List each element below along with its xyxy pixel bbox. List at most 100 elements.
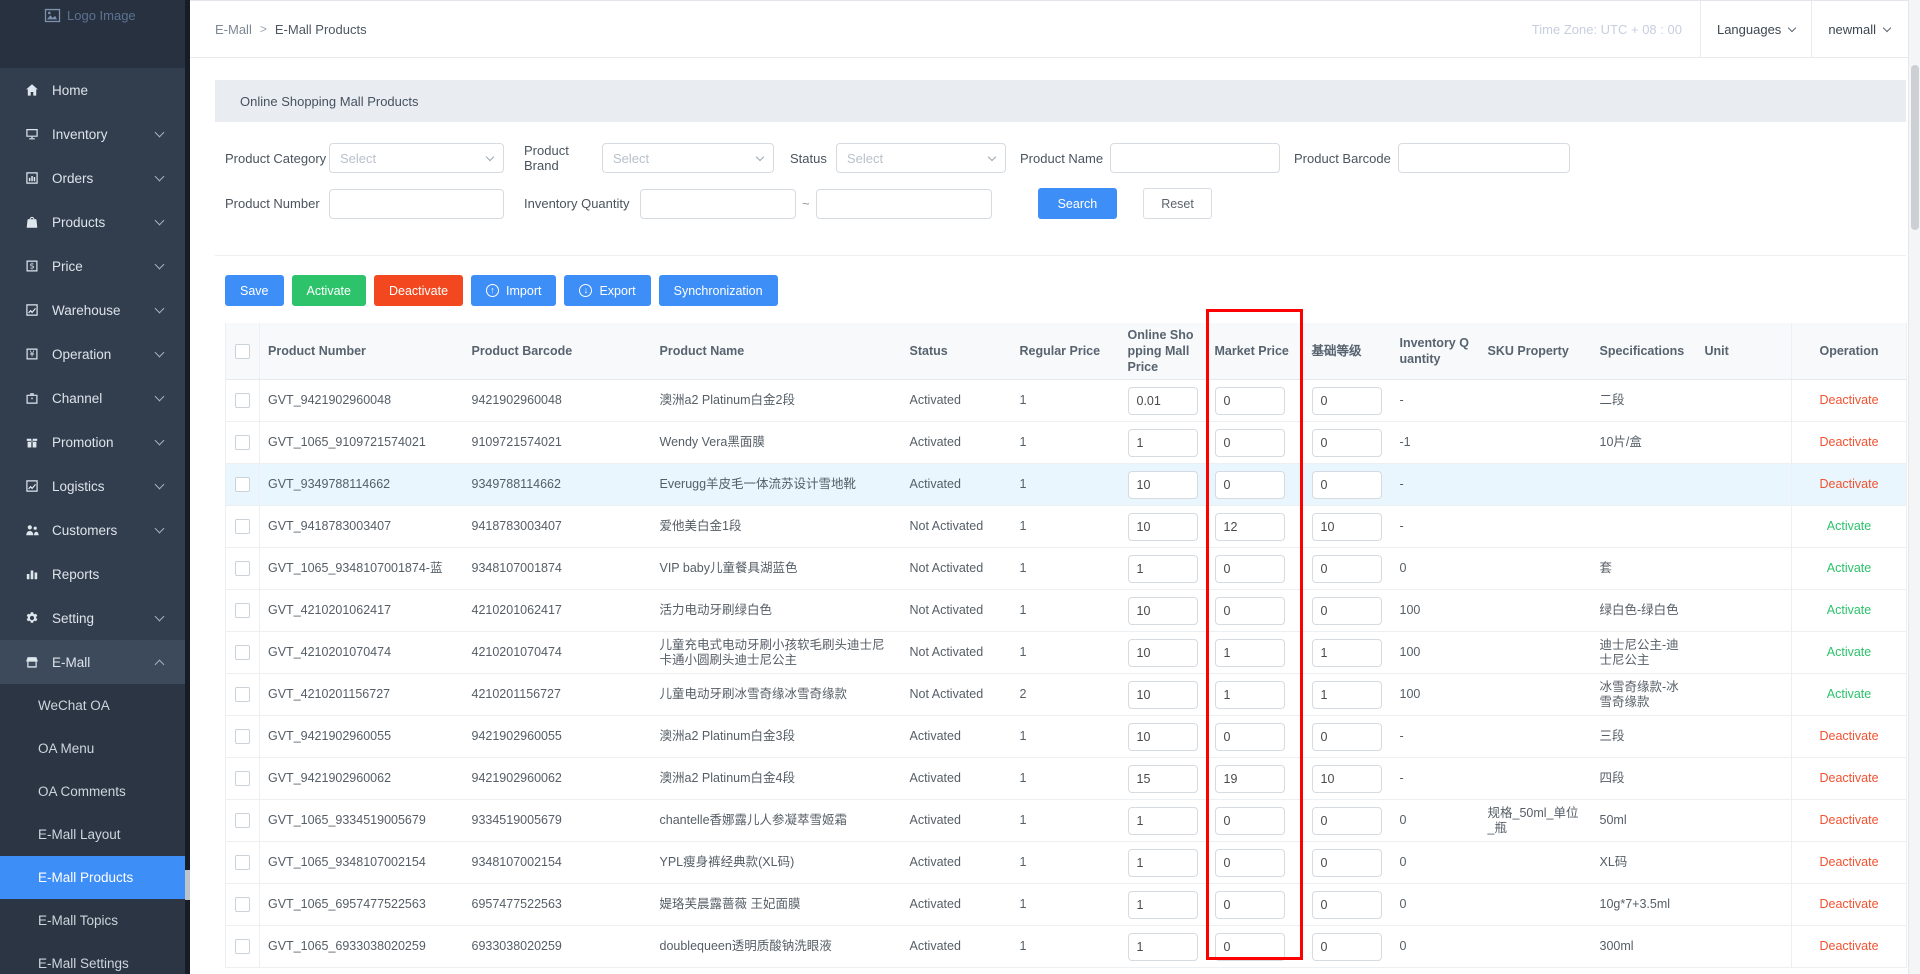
operation-link[interactable]: Deactivate [1819, 813, 1878, 827]
operation-link[interactable]: Deactivate [1819, 729, 1878, 743]
sidebar-subitem-e-mall-layout[interactable]: E-Mall Layout [0, 813, 190, 856]
market-price-input[interactable] [1215, 597, 1285, 625]
base-level-input[interactable] [1312, 597, 1382, 625]
row-checkbox[interactable] [235, 393, 250, 408]
sidebar-subitem-oa-menu[interactable]: OA Menu [0, 727, 190, 770]
market-price-input[interactable] [1215, 723, 1285, 751]
base-level-input[interactable] [1312, 555, 1382, 583]
row-checkbox[interactable] [235, 687, 250, 702]
online-shopping-mall-price-input[interactable] [1128, 597, 1198, 625]
market-price-input[interactable] [1215, 807, 1285, 835]
activate-button[interactable]: Activate [292, 275, 366, 306]
row-checkbox[interactable] [235, 897, 250, 912]
inventory-quantity-max-input[interactable] [816, 189, 992, 219]
operation-link[interactable]: Deactivate [1819, 393, 1878, 407]
languages-menu[interactable]: Languages [1701, 1, 1811, 57]
product-number-input[interactable] [329, 189, 504, 219]
market-price-input[interactable] [1215, 639, 1285, 667]
row-checkbox[interactable] [235, 645, 250, 660]
search-button[interactable]: Search [1038, 188, 1118, 219]
base-level-input[interactable] [1312, 513, 1382, 541]
operation-link[interactable]: Activate [1827, 519, 1871, 533]
sidebar-item-promotion[interactable]: Promotion [0, 420, 190, 464]
sidebar-subitem-e-mall-settings[interactable]: E-Mall Settings [0, 942, 190, 974]
market-price-input[interactable] [1215, 681, 1285, 709]
base-level-input[interactable] [1312, 723, 1382, 751]
sidebar-item-operation[interactable]: ¥Operation [0, 332, 190, 376]
sidebar-subitem-e-mall-topics[interactable]: E-Mall Topics [0, 899, 190, 942]
market-price-input[interactable] [1215, 429, 1285, 457]
market-price-input[interactable] [1215, 555, 1285, 583]
online-shopping-mall-price-input[interactable] [1128, 429, 1198, 457]
online-shopping-mall-price-input[interactable] [1128, 681, 1198, 709]
logo[interactable]: Logo Image [0, 0, 190, 68]
page-scrollbar-thumb[interactable] [1911, 65, 1919, 230]
sidebar-item-orders[interactable]: Orders [0, 156, 190, 200]
sidebar-subitem-oa-comments[interactable]: OA Comments [0, 770, 190, 813]
online-shopping-mall-price-input[interactable] [1128, 849, 1198, 877]
market-price-input[interactable] [1215, 849, 1285, 877]
product-name-input[interactable] [1110, 143, 1280, 173]
row-checkbox[interactable] [235, 519, 250, 534]
sidebar-item-reports[interactable]: Reports [0, 552, 190, 596]
operation-link[interactable]: Activate [1827, 687, 1871, 701]
online-shopping-mall-price-input[interactable] [1128, 513, 1198, 541]
sidebar-item-warehouse[interactable]: Warehouse [0, 288, 190, 332]
market-price-input[interactable] [1215, 891, 1285, 919]
market-price-input[interactable] [1215, 933, 1285, 961]
sidebar-item-e-mall[interactable]: E-Mall [0, 640, 190, 684]
online-shopping-mall-price-input[interactable] [1128, 933, 1198, 961]
market-price-input[interactable] [1215, 471, 1285, 499]
product-brand-select[interactable]: Select [602, 143, 774, 173]
online-shopping-mall-price-input[interactable] [1128, 387, 1198, 415]
operation-link[interactable]: Deactivate [1819, 435, 1878, 449]
select-all-checkbox[interactable] [235, 344, 250, 359]
sidebar-subitem-wechat-oa[interactable]: WeChat OA [0, 684, 190, 727]
breadcrumb-root[interactable]: E-Mall [215, 22, 252, 37]
online-shopping-mall-price-input[interactable] [1128, 555, 1198, 583]
online-shopping-mall-price-input[interactable] [1128, 639, 1198, 667]
status-select[interactable]: Select [836, 143, 1006, 173]
row-checkbox[interactable] [235, 939, 250, 954]
online-shopping-mall-price-input[interactable] [1128, 765, 1198, 793]
online-shopping-mall-price-input[interactable] [1128, 807, 1198, 835]
synchronization-button[interactable]: Synchronization [659, 275, 778, 306]
base-level-input[interactable] [1312, 639, 1382, 667]
market-price-input[interactable] [1215, 765, 1285, 793]
row-checkbox[interactable] [235, 435, 250, 450]
online-shopping-mall-price-input[interactable] [1128, 471, 1198, 499]
market-price-input[interactable] [1215, 387, 1285, 415]
row-checkbox[interactable] [235, 561, 250, 576]
sidebar-item-inventory[interactable]: Inventory [0, 112, 190, 156]
sidebar-item-channel[interactable]: Channel [0, 376, 190, 420]
operation-link[interactable]: Deactivate [1819, 855, 1878, 869]
sidebar-item-setting[interactable]: Setting [0, 596, 190, 640]
base-level-input[interactable] [1312, 471, 1382, 499]
sidebar-subitem-e-mall-products[interactable]: E-Mall Products [0, 856, 190, 899]
operation-link[interactable]: Deactivate [1819, 939, 1878, 953]
deactivate-button[interactable]: Deactivate [374, 275, 463, 306]
row-checkbox[interactable] [235, 855, 250, 870]
operation-link[interactable]: Activate [1827, 561, 1871, 575]
inventory-quantity-min-input[interactable] [640, 189, 796, 219]
product-barcode-input[interactable] [1398, 143, 1570, 173]
base-level-input[interactable] [1312, 849, 1382, 877]
account-menu[interactable]: newmall [1812, 1, 1906, 57]
base-level-input[interactable] [1312, 765, 1382, 793]
operation-link[interactable]: Deactivate [1819, 771, 1878, 785]
reset-button[interactable]: Reset [1143, 188, 1212, 219]
sidebar-item-logistics[interactable]: Logistics [0, 464, 190, 508]
base-level-input[interactable] [1312, 681, 1382, 709]
save-button[interactable]: Save [225, 275, 284, 306]
product-category-select[interactable]: Select [329, 143, 504, 173]
sidebar-item-price[interactable]: $Price [0, 244, 190, 288]
operation-link[interactable]: Deactivate [1819, 897, 1878, 911]
row-checkbox[interactable] [235, 813, 250, 828]
base-level-input[interactable] [1312, 807, 1382, 835]
base-level-input[interactable] [1312, 891, 1382, 919]
sidebar-item-home[interactable]: Home [0, 68, 190, 112]
row-checkbox[interactable] [235, 771, 250, 786]
row-checkbox[interactable] [235, 603, 250, 618]
row-checkbox[interactable] [235, 729, 250, 744]
operation-link[interactable]: Activate [1827, 603, 1871, 617]
